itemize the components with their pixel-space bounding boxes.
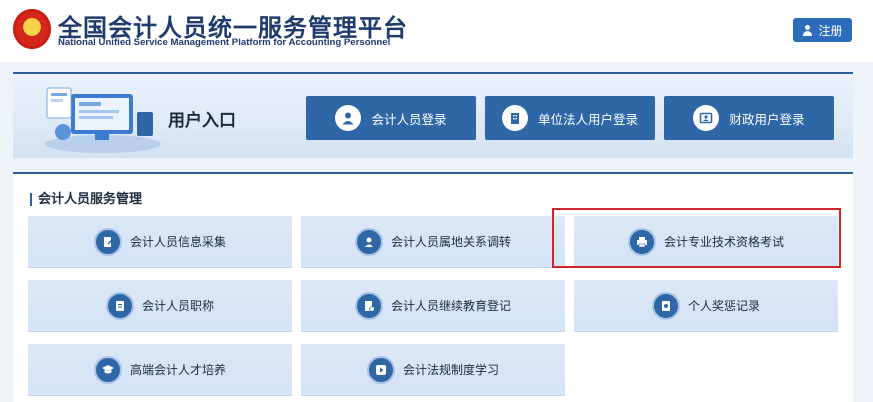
award-record-icon [651,291,680,320]
finance-login-button[interactable]: 财政用户登录 [664,96,834,140]
site-header: 全国会计人员统一服务管理平台 National Unified Service … [0,0,873,62]
tile-talent-training[interactable]: 高端会计人才培养 [28,344,292,396]
user-icon [802,24,813,36]
tile-info-collection[interactable]: 会计人员信息采集 [28,216,292,268]
section-title: 会计人员服务管理 [30,193,142,206]
edit-document-icon [93,227,122,256]
login-label: 单位法人用户登录 [537,111,638,127]
tile-reward-punishment[interactable]: 个人奖惩记录 [574,280,838,332]
tile-label: 会计人员信息采集 [129,235,226,249]
graduation-cap-icon [93,355,122,384]
user-entry-panel: 用户入口 会计人员登录 单位法人用户登录 财政用户登录 [13,72,853,158]
site-subtitle: National Unified Service Management Plat… [58,37,391,48]
play-icon [366,355,395,384]
location-user-icon [354,227,383,256]
login-label: 财政用户登录 [729,111,805,127]
tile-professional-title[interactable]: 会计人员职称 [28,280,292,332]
user-entry-title: 用户入口 [168,111,236,131]
id-card-icon [693,105,720,131]
tile-label: 高端会计人才培养 [129,363,226,377]
building-icon [501,105,528,131]
tile-regulation-study[interactable]: 会计法规制度学习 [301,344,565,396]
tile-label: 会计人员继续教育登记 [390,299,511,313]
tile-label: 会计人员职称 [141,299,214,313]
tile-label: 会计人员属地关系调转 [390,235,511,249]
education-record-icon [354,291,383,320]
tile-continuing-education[interactable]: 会计人员继续教育登记 [301,280,565,332]
register-label: 注册 [818,23,843,38]
user-icon [335,105,362,131]
computer-illustration-icon [45,87,161,153]
national-emblem-icon [13,9,51,49]
highlight-box [552,208,841,268]
certificate-icon [105,291,134,320]
tile-label: 个人奖惩记录 [687,299,760,313]
register-button[interactable]: 注册 [793,18,852,42]
tile-location-transfer[interactable]: 会计人员属地关系调转 [301,216,565,268]
tile-label: 会计法规制度学习 [402,363,499,377]
accountant-login-button[interactable]: 会计人员登录 [306,96,476,140]
legal-person-login-button[interactable]: 单位法人用户登录 [485,96,655,140]
login-label: 会计人员登录 [371,111,447,127]
